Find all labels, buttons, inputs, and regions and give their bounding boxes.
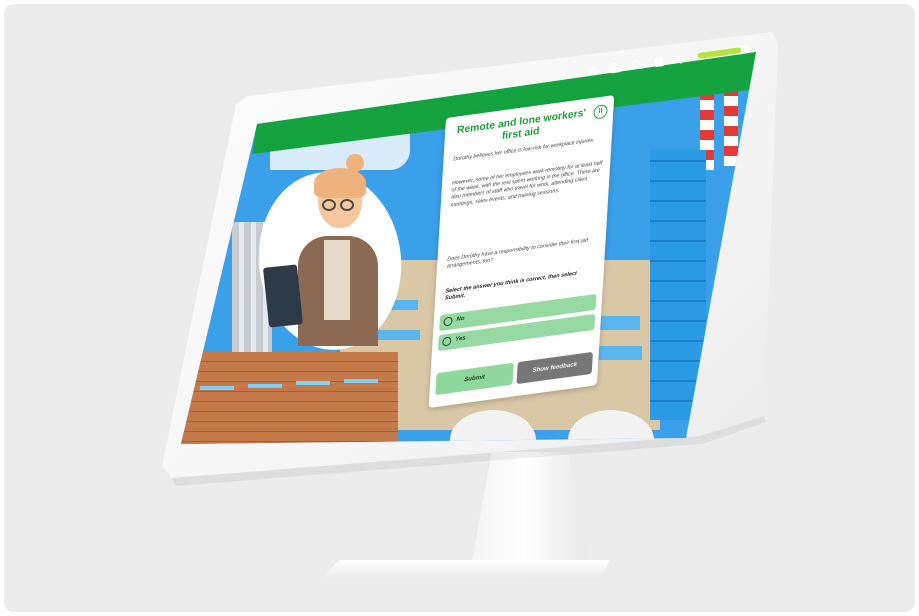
course-progress-fill — [697, 47, 742, 60]
character-hair — [314, 168, 366, 198]
wall-light — [344, 379, 378, 383]
book-icon[interactable] — [650, 55, 668, 73]
monitor-stand-neck — [470, 452, 590, 572]
character-shirt — [324, 240, 350, 320]
search-icon[interactable] — [628, 58, 646, 76]
answer-label: No — [456, 315, 465, 323]
clipboard — [262, 264, 304, 328]
brick-wall — [181, 352, 398, 444]
character-hair-bun — [346, 154, 364, 172]
radio-button[interactable] — [443, 316, 453, 327]
wall-light — [248, 384, 282, 388]
answer-label: Yes — [455, 335, 466, 343]
briefcase-icon[interactable] — [607, 61, 625, 79]
course-progress-bar — [696, 44, 751, 61]
chimney — [724, 86, 738, 166]
wall-light — [296, 381, 330, 385]
monitor-stand-base — [322, 560, 610, 582]
character-glasses — [322, 198, 360, 211]
volume-icon[interactable] — [585, 64, 603, 82]
question-panel: Remote and lone workers' first aid II Do… — [428, 95, 615, 409]
wall-light — [200, 386, 234, 390]
help-icon[interactable]: ? — [672, 51, 690, 69]
monitor-illustration: ? Remote and lone workers' first aid II … — [0, 0, 919, 616]
radio-button[interactable] — [442, 336, 452, 347]
